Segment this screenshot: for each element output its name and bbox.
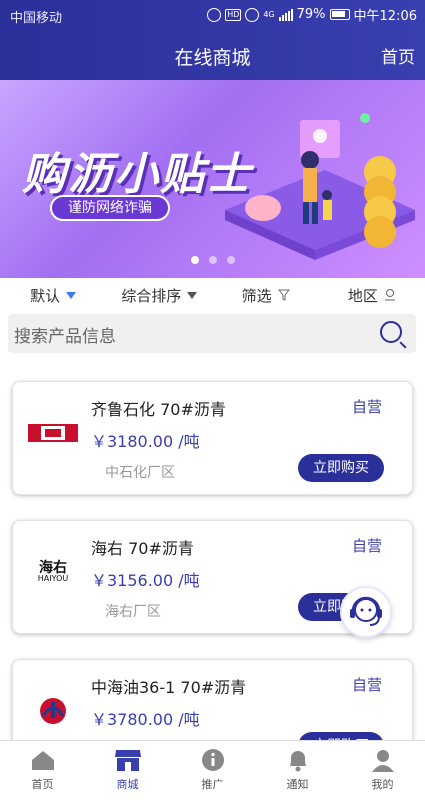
nav-label: 推广 xyxy=(201,778,224,791)
haiyou-logo: 海右 HAIYOU xyxy=(37,560,69,583)
battery-icon xyxy=(329,9,350,20)
search-input[interactable]: 搜索产品信息 xyxy=(14,322,116,347)
banner-pagination xyxy=(0,256,425,264)
bottom-nav: 首页 商城 推广 通知 我的 xyxy=(0,740,425,800)
promo-banner[interactable]: 购沥小贴士 谨防网络诈骗 xyxy=(0,80,425,278)
info-icon xyxy=(199,747,227,773)
self-operated-tag: 自营 xyxy=(351,398,382,416)
product-price: ￥3180.00 /吨 xyxy=(91,432,200,451)
headset-icon xyxy=(350,596,382,626)
banner-dot[interactable] xyxy=(208,256,217,264)
funnel-icon xyxy=(277,289,290,301)
clock: 中午12:06 xyxy=(353,9,417,24)
product-name: 中海油36-1 70#沥青 xyxy=(91,678,247,697)
location-pin-icon xyxy=(384,289,395,301)
filter-sort-label: 综合排序 xyxy=(121,286,182,305)
filter-default-label: 默认 xyxy=(30,286,61,305)
filter-bar: 默认 综合排序 筛选 地区 xyxy=(0,278,425,312)
home-link[interactable]: 首页 xyxy=(381,43,415,68)
filter-region[interactable]: 地区 xyxy=(319,278,425,312)
carrier-label: 中国移动 xyxy=(10,11,63,26)
nav-item-promote[interactable]: 推广 xyxy=(170,741,255,800)
caret-down-icon xyxy=(187,291,198,299)
nav-item-home[interactable]: 首页 xyxy=(0,741,85,800)
bell-icon xyxy=(284,747,312,773)
caret-down-icon xyxy=(66,291,77,299)
nav-item-mine[interactable]: 我的 xyxy=(340,741,425,800)
filter-sort[interactable]: 综合排序 xyxy=(106,278,212,312)
page-title: 在线商城 xyxy=(174,47,251,69)
home-icon xyxy=(29,747,57,773)
cnooc-logo xyxy=(27,698,79,724)
product-origin: 中石化厂区 xyxy=(105,465,175,481)
banner-dot[interactable] xyxy=(190,256,199,264)
filter-screen[interactable]: 筛选 xyxy=(213,278,319,312)
product-card[interactable]: 齐鲁石化 70#沥青 ￥3180.00 /吨 中石化厂区 自营 立即购买 xyxy=(12,381,413,495)
battery-percent: 79% xyxy=(296,7,326,22)
store-icon xyxy=(114,747,142,773)
nav-item-store[interactable]: 商城 xyxy=(85,741,170,800)
nav-label: 商城 xyxy=(116,778,139,791)
self-operated-tag: 自营 xyxy=(351,537,382,555)
nav-item-notice[interactable]: 通知 xyxy=(255,741,340,800)
product-name: 齐鲁石化 70#沥青 xyxy=(91,400,226,419)
self-operated-tag: 自营 xyxy=(351,676,382,694)
nav-label: 通知 xyxy=(286,778,309,791)
banner-subline: 谨防网络诈骗 xyxy=(50,195,170,221)
banner-illustration xyxy=(225,113,415,260)
signal-icon xyxy=(278,8,293,21)
app-header: 中国移动 HD 4G 79% 中午12:06 在线商城 首页 xyxy=(0,0,425,80)
status-bar: 中国移动 HD 4G 79% 中午12:06 xyxy=(0,0,425,30)
filter-region-label: 地区 xyxy=(347,286,378,305)
user-icon xyxy=(369,747,397,773)
product-price: ￥3780.00 /吨 xyxy=(91,710,200,729)
product-price: ￥3156.00 /吨 xyxy=(91,571,200,590)
filter-screen-label: 筛选 xyxy=(241,286,272,305)
nav-label: 首页 xyxy=(31,778,54,791)
customer-service-button[interactable] xyxy=(340,586,392,638)
network-label: 4G xyxy=(263,10,275,19)
nav-label: 我的 xyxy=(371,778,394,791)
search-bar[interactable]: 搜索产品信息 xyxy=(8,314,416,353)
search-icon[interactable] xyxy=(380,321,402,343)
product-origin: 海右厂区 xyxy=(105,604,161,620)
status-icons: HD 4G 79% 中午12:06 xyxy=(207,5,417,24)
sinopec-logo xyxy=(27,420,79,446)
banner-dot[interactable] xyxy=(226,256,235,264)
alarm-icon xyxy=(207,7,222,22)
filter-default[interactable]: 默认 xyxy=(0,278,106,312)
buy-now-button[interactable]: 立即购买 xyxy=(298,454,384,482)
eye-icon xyxy=(245,7,260,22)
product-name: 海右 70#沥青 xyxy=(91,539,194,558)
hd-icon: HD xyxy=(225,8,242,21)
